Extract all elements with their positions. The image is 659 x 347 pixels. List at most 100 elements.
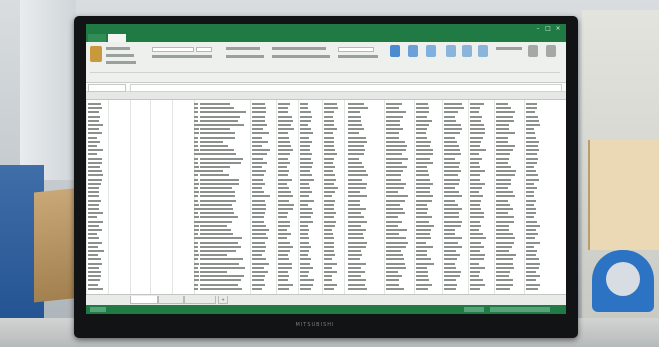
cell-text: [300, 187, 310, 189]
cell-text: [416, 187, 431, 189]
cell-text: [416, 250, 428, 252]
cell-text: [200, 136, 235, 139]
cell-text: [496, 271, 510, 273]
cell-text: [194, 262, 199, 265]
number-format-select[interactable]: [338, 47, 374, 52]
cell-text: [88, 258, 102, 261]
cell-text: [194, 174, 199, 177]
cell-text: [496, 128, 510, 131]
cell-text: [416, 266, 427, 269]
table-row[interactable]: [86, 287, 566, 292]
cell-text: [444, 132, 460, 135]
tab-home[interactable]: [108, 34, 126, 42]
cell-text: [88, 275, 101, 278]
cell-text: [200, 245, 242, 248]
alignment-buttons[interactable]: [226, 47, 260, 50]
cell-text: [470, 262, 480, 265]
cell-text: [416, 153, 434, 156]
cell-text: [252, 187, 263, 189]
format-as-table-icon[interactable]: [408, 45, 418, 57]
cell-text: [278, 187, 290, 189]
cell-text: [416, 254, 427, 257]
cell-text: [470, 103, 484, 105]
cell-styles-icon[interactable]: [426, 45, 436, 57]
cell-text: [324, 271, 337, 273]
delete-cells-icon[interactable]: [462, 45, 472, 57]
tab-review[interactable]: [218, 34, 236, 42]
cell-text: [278, 271, 288, 273]
tab-data[interactable]: [196, 34, 214, 42]
cell-text: [526, 241, 540, 244]
tab-formulas[interactable]: [174, 34, 192, 42]
clipboard-cut[interactable]: [106, 47, 130, 50]
cell-text: [470, 266, 485, 269]
cell-text: [526, 233, 539, 236]
font-name-select[interactable]: [152, 47, 194, 52]
conditional-formatting-icon[interactable]: [390, 45, 400, 57]
close-icon[interactable]: ×: [554, 25, 562, 32]
sort-filter-icon[interactable]: [528, 45, 538, 57]
cell-text: [324, 132, 333, 135]
cell-text: [252, 266, 265, 269]
cell-text: [416, 279, 430, 282]
cell-text: [252, 258, 267, 261]
cell-text: [194, 166, 199, 168]
cell-text: [200, 174, 230, 177]
wrap-text-button[interactable]: [272, 47, 326, 50]
cell-text: [300, 161, 313, 164]
sheet-tab-1[interactable]: [130, 296, 158, 304]
cell-text: [348, 170, 366, 173]
cell-text: [386, 216, 399, 219]
add-sheet-icon[interactable]: +: [218, 296, 228, 304]
tab-file[interactable]: [88, 34, 106, 42]
clipboard-copy[interactable]: [106, 54, 134, 57]
indent-buttons[interactable]: [226, 55, 264, 58]
cell-text: [444, 271, 461, 273]
zoom-slider[interactable]: [490, 307, 550, 312]
cell-text: [278, 195, 294, 198]
format-cells-icon[interactable]: [478, 45, 488, 57]
cell-text: [194, 279, 200, 282]
cell-text: [324, 124, 334, 126]
cell-text: [300, 237, 309, 240]
font-format-buttons[interactable]: [152, 55, 212, 58]
tab-insert[interactable]: [130, 34, 148, 42]
cell-text: [496, 287, 510, 290]
maximize-icon[interactable]: □: [544, 25, 552, 32]
cell-text: [200, 237, 243, 240]
cell-text: [386, 233, 400, 236]
cell-text: [444, 178, 461, 181]
cell-text: [416, 237, 431, 240]
cell-text: [278, 128, 294, 131]
cell-text: [278, 258, 289, 261]
tab-view[interactable]: [240, 34, 258, 42]
tab-page-layout[interactable]: [152, 34, 170, 42]
paste-icon[interactable]: [90, 46, 102, 62]
number-buttons[interactable]: [338, 55, 378, 58]
spreadsheet-grid[interactable]: [86, 100, 566, 294]
autosum-button[interactable]: [496, 47, 522, 50]
cell-text: [444, 212, 460, 215]
view-buttons[interactable]: [464, 307, 484, 312]
cell-text: [496, 258, 514, 261]
insert-cells-icon[interactable]: [446, 45, 456, 57]
font-size-select[interactable]: [196, 47, 212, 52]
cell-text: [348, 254, 362, 257]
sheet-tab-2[interactable]: [158, 296, 184, 304]
cell-text: [194, 245, 199, 248]
minimize-icon[interactable]: –: [534, 25, 542, 32]
cell-text: [278, 224, 290, 227]
find-select-icon[interactable]: [546, 45, 556, 57]
formula-input[interactable]: [130, 84, 562, 92]
cell-text: [278, 111, 289, 114]
cell-text: [470, 187, 483, 189]
format-painter[interactable]: [106, 61, 136, 64]
cell-text: [200, 241, 238, 244]
name-box[interactable]: [88, 84, 126, 92]
merge-center-button[interactable]: [272, 55, 330, 58]
cell-text: [324, 149, 335, 152]
cell-text: [496, 199, 509, 202]
cell-text: [300, 250, 309, 252]
cell-text: [386, 271, 399, 273]
sheet-tab-3[interactable]: [184, 296, 216, 304]
